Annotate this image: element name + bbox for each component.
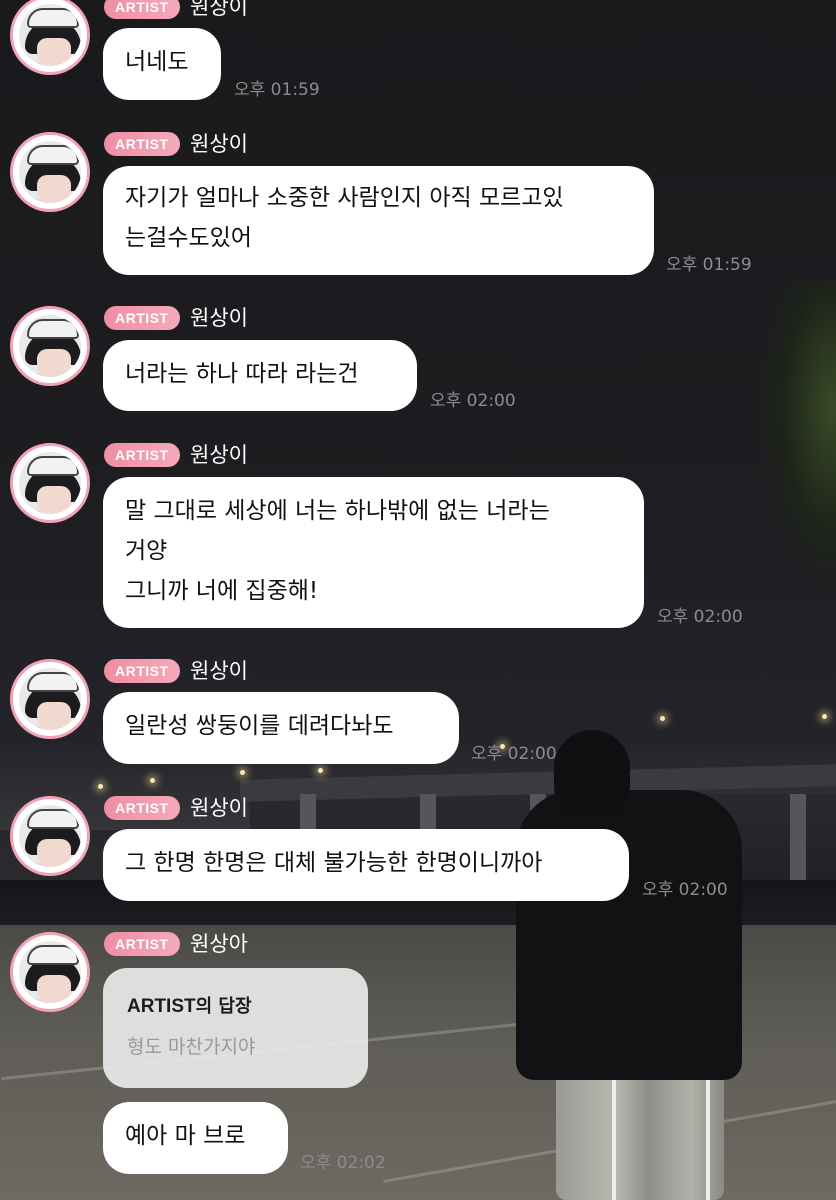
artist-avatar[interactable] (10, 0, 90, 75)
avatar-photo (19, 315, 81, 377)
artist-badge: ARTIST (104, 306, 180, 330)
message-timestamp: 오후 02:00 (471, 744, 557, 764)
artist-badge: ARTIST (104, 932, 180, 956)
message-bubble[interactable]: 일란성 쌍둥이를 데려다놔도 (103, 692, 459, 764)
avatar-photo (19, 805, 81, 867)
artist-badge: ARTIST (104, 659, 180, 683)
avatar-photo (19, 941, 81, 1003)
avatar-photo (19, 4, 81, 66)
message-bubble[interactable]: 예아 마 브로 (103, 1102, 288, 1174)
artist-reply-quote[interactable]: ARTIST의 답장 형도 마찬가지야 (103, 968, 368, 1088)
artist-avatar[interactable] (10, 796, 90, 876)
message-timestamp: 오후 02:00 (642, 880, 728, 900)
reply-quoted-text: 형도 마찬가지야 (127, 1036, 256, 1058)
avatar-photo (19, 452, 81, 514)
artist-avatar[interactable] (10, 443, 90, 523)
message-bubble[interactable]: 그 한명 한명은 대체 불가능한 한명이니까아 (103, 829, 629, 901)
artist-avatar[interactable] (10, 932, 90, 1012)
message-bubble[interactable]: 말 그대로 세상에 너는 하나밖에 없는 너라는 거양 그니까 너에 집중해! (103, 477, 644, 628)
reply-title-artist: ARTIST (127, 996, 196, 1017)
artist-avatar[interactable] (10, 659, 90, 739)
message-timestamp: 오후 01:59 (234, 80, 320, 100)
sender-name: 원상이 (190, 796, 248, 820)
avatar-photo (19, 141, 81, 203)
artist-badge: ARTIST (104, 132, 180, 156)
sender-name: 원상이 (190, 306, 248, 330)
chat-thread: ARTIST 원상이 너네도 오후 01:59 ARTIST 원상이 자기가 얼… (0, 0, 836, 1200)
artist-badge: ARTIST (104, 0, 180, 19)
message-bubble[interactable]: 너라는 하나 따라 라는건 (103, 340, 417, 411)
message-timestamp: 오후 02:00 (430, 391, 516, 411)
sender-name: 원상이 (190, 443, 248, 467)
sender-name: 원상이 (190, 0, 248, 19)
message-bubble[interactable]: 자기가 얼마나 소중한 사람인지 아직 모르고있 는걸수도있어 (103, 166, 654, 275)
message-timestamp: 오후 01:59 (666, 255, 752, 275)
sender-name: 원상아 (190, 932, 248, 956)
message-bubble[interactable]: 너네도 (103, 28, 221, 100)
artist-badge: ARTIST (104, 796, 180, 820)
artist-avatar[interactable] (10, 132, 90, 212)
avatar-photo (19, 668, 81, 730)
message-timestamp: 오후 02:02 (300, 1153, 386, 1173)
message-timestamp: 오후 02:00 (657, 607, 743, 627)
reply-title-suffix: 의 답장 (195, 996, 252, 1017)
sender-name: 원상이 (190, 132, 248, 156)
reply-header: ARTIST의 답장 (127, 992, 344, 1018)
sender-name: 원상이 (190, 659, 248, 683)
artist-avatar[interactable] (10, 306, 90, 386)
artist-badge: ARTIST (104, 443, 180, 467)
